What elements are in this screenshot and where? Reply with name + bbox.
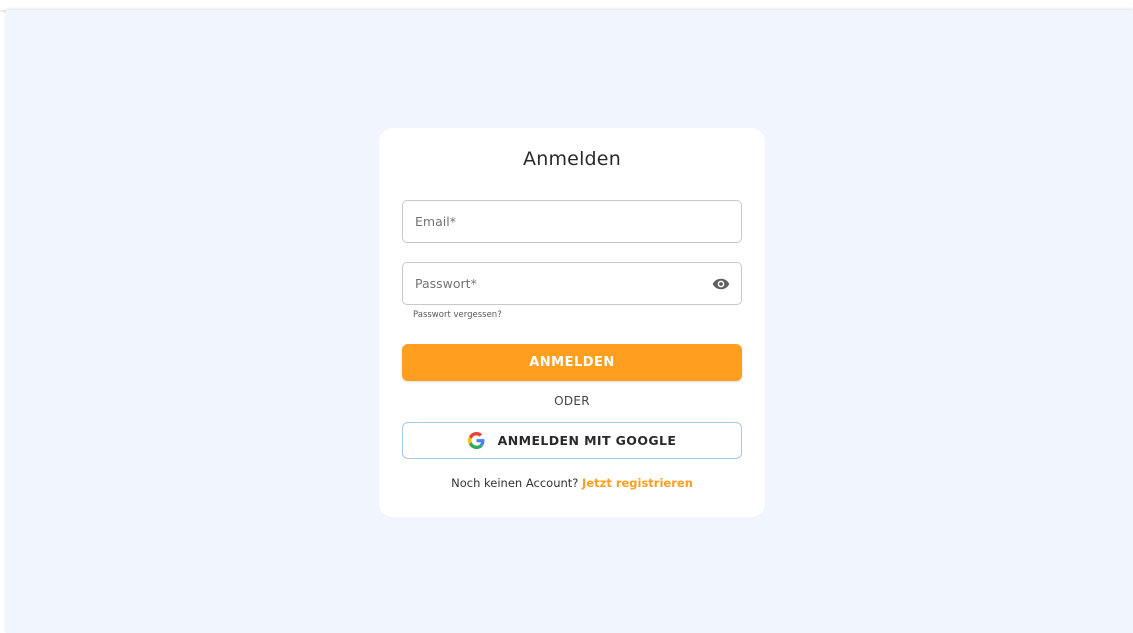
password-placeholder: Passwort*: [415, 276, 477, 291]
login-card: Anmelden Email* Passwort* Passwort verge…: [379, 128, 765, 517]
no-account-text: Noch keinen Account?: [451, 476, 579, 490]
divider-text: ODER: [554, 394, 590, 408]
password-field[interactable]: Passwort*: [402, 262, 742, 305]
register-prompt: Noch keinen Account? Jetzt registrieren: [379, 476, 765, 490]
eye-icon[interactable]: [711, 275, 731, 293]
email-placeholder: Email*: [415, 214, 456, 229]
google-login-label: ANMELDEN MIT GOOGLE: [497, 433, 677, 448]
login-button[interactable]: ANMELDEN: [402, 344, 742, 381]
email-field[interactable]: Email*: [402, 200, 742, 243]
google-login-button[interactable]: ANMELDEN MIT GOOGLE: [402, 422, 742, 459]
google-logo-icon: [467, 432, 485, 449]
register-link[interactable]: Jetzt registrieren: [582, 476, 693, 490]
forgot-password-link[interactable]: Passwort vergessen?: [413, 310, 502, 320]
page-title: Anmelden: [523, 148, 621, 170]
top-bar: [0, 0, 1133, 10]
